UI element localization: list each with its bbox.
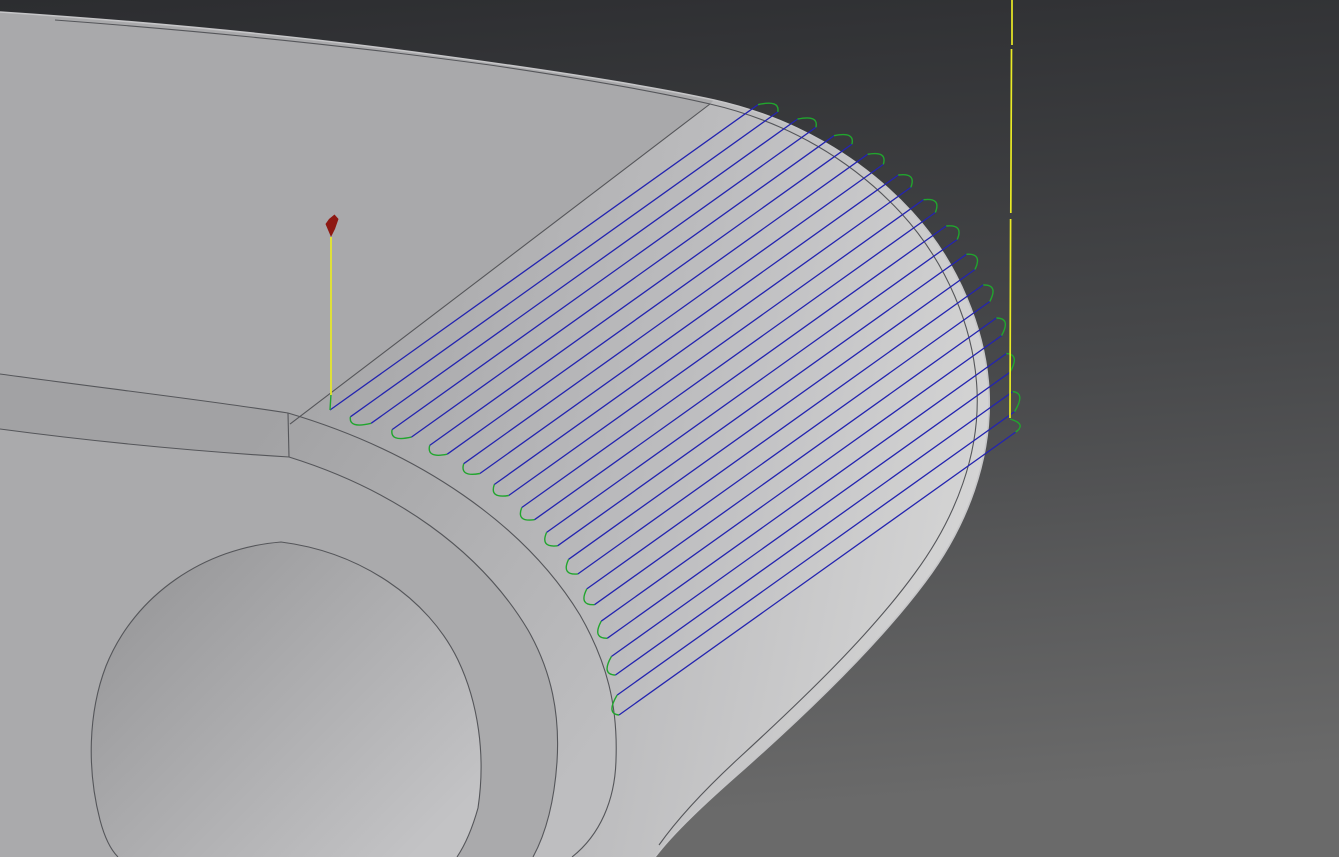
viewport-canvas[interactable] bbox=[0, 0, 1339, 857]
cam-viewport[interactable] bbox=[0, 0, 1339, 857]
